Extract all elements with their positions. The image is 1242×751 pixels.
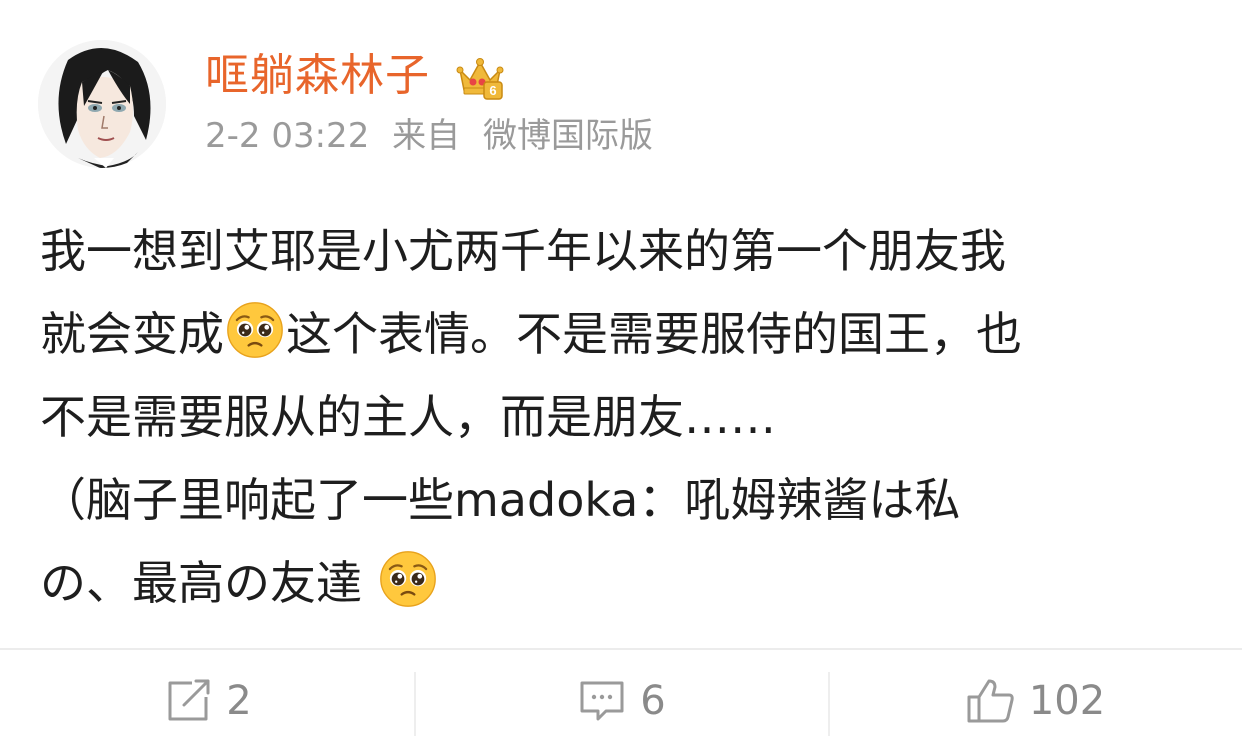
thumbs-up-icon bbox=[967, 679, 1014, 722]
repost-icon bbox=[168, 679, 210, 720]
username[interactable]: 哐躺森林子 bbox=[205, 50, 430, 102]
pleading-face-emoji bbox=[379, 550, 437, 608]
repost-button[interactable]: 2 bbox=[0, 650, 414, 751]
comment-count: 6 bbox=[640, 677, 666, 724]
post-line: の、最高の友達 bbox=[40, 542, 1210, 625]
pleading-face-emoji bbox=[226, 301, 284, 359]
post-text-segment: 就会变成 bbox=[40, 307, 224, 361]
like-count: 102 bbox=[1028, 677, 1106, 724]
source-prefix: 来自 bbox=[392, 116, 461, 156]
post-text: 我一想到艾耶是小尤两千年以来的第一个朋友我 就会变成 这个表情。不是需要服侍的国王… bbox=[40, 210, 1210, 625]
crown-badge-icon[interactable]: 6 bbox=[456, 56, 504, 100]
post-line: 我一想到艾耶是小尤两千年以来的第一个朋友我 bbox=[40, 210, 1210, 293]
comment-icon bbox=[580, 681, 624, 720]
post-source[interactable]: 微博国际版 bbox=[483, 116, 653, 156]
post-text-segment: 我一想到艾耶是小尤两千年以来的第一个朋友我 bbox=[40, 224, 1006, 278]
action-bar: 2 6 102 bbox=[0, 650, 1242, 751]
comment-button[interactable]: 6 bbox=[414, 650, 828, 751]
svg-text:6: 6 bbox=[489, 83, 496, 98]
repost-count: 2 bbox=[226, 677, 252, 724]
post-time: 2-2 03:22 bbox=[205, 116, 370, 156]
post-line: 不是需要服从的主人，而是朋友…… bbox=[40, 376, 1210, 459]
post-text-segment: 这个表情。不是需要服侍的国王，也 bbox=[286, 307, 1022, 361]
post-line: （脑子里响起了一些madoka：吼姆辣酱は私 bbox=[40, 459, 1210, 542]
post-meta: 2-2 03:22 来自 微博国际版 bbox=[205, 114, 653, 158]
post-text-segment: 不是需要服从的主人，而是朋友…… bbox=[40, 390, 776, 444]
post-line: 就会变成 这个表情。不是需要服侍的国王，也 bbox=[40, 293, 1210, 376]
avatar[interactable] bbox=[38, 40, 166, 168]
post-text-segment: の、最高の友達 bbox=[40, 556, 377, 610]
like-button[interactable]: 102 bbox=[828, 650, 1242, 751]
post-text-segment: （脑子里响起了一些madoka：吼姆辣酱は私 bbox=[40, 473, 961, 527]
